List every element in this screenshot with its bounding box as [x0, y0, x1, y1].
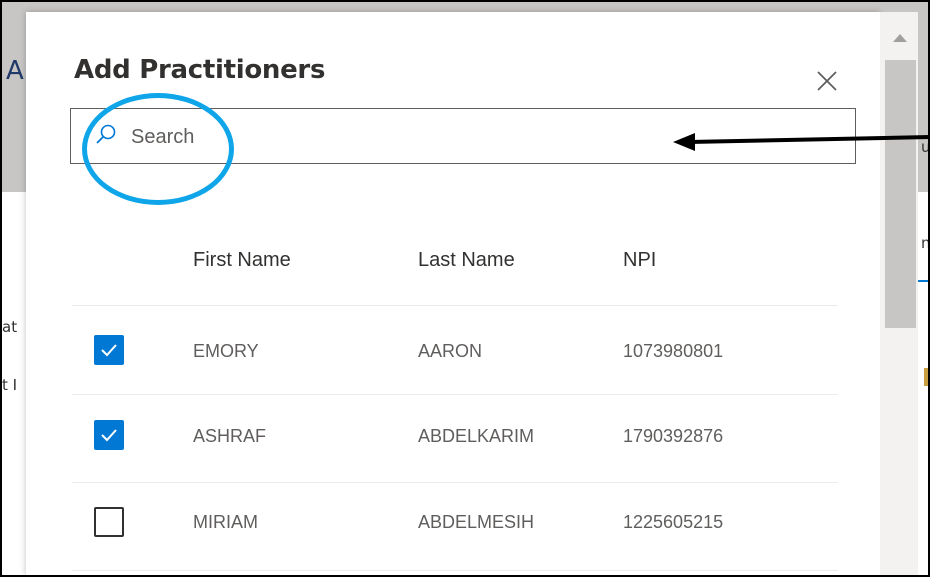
close-icon [817, 71, 837, 91]
background-text-fragment: n [921, 234, 930, 252]
background-tab-underline [918, 280, 928, 282]
scrollbar-thumb[interactable] [885, 60, 916, 328]
column-header-first-name[interactable]: First Name [193, 249, 291, 272]
row-checkbox[interactable] [94, 420, 124, 450]
last-name-cell: ABDELMESIH [418, 512, 535, 532]
last-name-cell: ABDELKARIM [418, 426, 535, 446]
background-text-fragment: at [2, 318, 18, 336]
annotation-arrow-icon [673, 133, 930, 151]
checkmark-icon [101, 429, 117, 442]
first-name-cell: ASHRAF [193, 426, 267, 446]
npi-cell: 1790392876 [623, 426, 724, 446]
row-checkbox[interactable] [94, 507, 124, 537]
background-text-fragment: t I [2, 376, 18, 394]
first-name-cell: EMORY [193, 341, 259, 361]
table-divider [72, 570, 838, 571]
first-name-cell: MIRIAM [193, 512, 258, 532]
dialog-title: Add Practitioners [74, 55, 326, 85]
npi-cell: 1225605215 [623, 512, 724, 532]
table-divider [72, 394, 838, 395]
column-header-npi[interactable]: NPI [623, 249, 656, 272]
background-title-fragment: A [6, 56, 24, 86]
column-header-last-name[interactable]: Last Name [418, 249, 515, 272]
annotation-circle [82, 93, 234, 205]
chevron-up-icon[interactable] [893, 34, 907, 42]
row-checkbox[interactable] [94, 335, 124, 365]
npi-cell: 1073980801 [623, 341, 724, 361]
background-accent-mark [924, 368, 928, 386]
table-divider [72, 482, 838, 483]
last-name-cell: AARON [418, 341, 483, 361]
close-button[interactable] [812, 66, 842, 96]
table-divider [72, 305, 838, 306]
checkmark-icon [101, 344, 117, 357]
